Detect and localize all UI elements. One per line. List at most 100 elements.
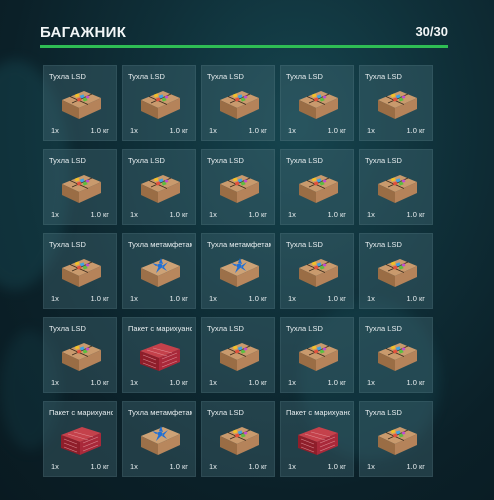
item-weight: 1.0 кг [248, 210, 267, 219]
inventory-slot[interactable]: Тухла LSD 1x 1.0 кг [280, 149, 354, 225]
inventory-slot[interactable]: Тухла LSD 1x 1.0 кг [280, 65, 354, 141]
item-name: Пакет с марихуаной [49, 408, 113, 417]
item-weight: 1.0 кг [90, 126, 109, 135]
marijuana-bag-icon [137, 338, 183, 374]
lsd-package-icon [137, 86, 183, 122]
item-name: Тухла метамфетамина [128, 408, 192, 417]
item-name: Тухла LSD [286, 156, 323, 165]
item-name: Тухла LSD [365, 408, 402, 417]
item-quantity: 1x [209, 126, 217, 135]
item-quantity: 1x [51, 126, 59, 135]
lsd-package-icon [216, 86, 262, 122]
item-weight: 1.0 кг [90, 210, 109, 219]
lsd-package-icon [58, 170, 104, 206]
inventory-slot[interactable]: Тухла LSD 1x 1.0 кг [122, 149, 196, 225]
inventory-slot[interactable]: Пакет с марихуаной 1x 1.0 кг [122, 317, 196, 393]
inventory-slot[interactable]: Пакет с марихуаной 1x 1.0 кг [43, 401, 117, 477]
item-quantity: 1x [130, 378, 138, 387]
item-quantity: 1x [51, 462, 59, 471]
inventory-slot[interactable]: Тухла LSD 1x 1.0 кг [201, 65, 275, 141]
item-name: Тухла LSD [207, 72, 244, 81]
item-weight: 1.0 кг [248, 378, 267, 387]
header-divider [40, 45, 448, 48]
item-quantity: 1x [130, 210, 138, 219]
item-weight: 1.0 кг [406, 210, 425, 219]
item-name: Тухла LSD [365, 72, 402, 81]
item-weight: 1.0 кг [90, 378, 109, 387]
inventory-slot[interactable]: Тухла LSD 1x 1.0 кг [43, 317, 117, 393]
item-quantity: 1x [209, 210, 217, 219]
item-weight: 1.0 кг [169, 294, 188, 303]
item-quantity: 1x [288, 210, 296, 219]
item-quantity: 1x [209, 378, 217, 387]
inventory-slot[interactable]: Тухла LSD 1x 1.0 кг [359, 401, 433, 477]
item-name: Тухла LSD [128, 156, 165, 165]
inventory-slot[interactable]: Тухла LSD 1x 1.0 кг [280, 317, 354, 393]
item-weight: 1.0 кг [406, 378, 425, 387]
inventory-slot[interactable]: Тухла метамфетамина 1x 1.0 кг [201, 233, 275, 309]
inventory-slot[interactable]: Тухла LSD 1x 1.0 кг [359, 317, 433, 393]
item-weight: 1.0 кг [327, 210, 346, 219]
item-quantity: 1x [367, 126, 375, 135]
item-weight: 1.0 кг [327, 462, 346, 471]
item-name: Тухла LSD [49, 324, 86, 333]
meth-package-icon [137, 254, 183, 290]
inventory-slot[interactable]: Тухла LSD 1x 1.0 кг [359, 233, 433, 309]
lsd-package-icon [216, 170, 262, 206]
item-weight: 1.0 кг [406, 294, 425, 303]
item-weight: 1.0 кг [248, 126, 267, 135]
item-name: Тухла LSD [207, 324, 244, 333]
inventory-slot[interactable]: Тухла LSD 1x 1.0 кг [43, 149, 117, 225]
item-weight: 1.0 кг [90, 294, 109, 303]
item-name: Тухла LSD [286, 240, 323, 249]
item-weight: 1.0 кг [248, 462, 267, 471]
item-quantity: 1x [288, 126, 296, 135]
inventory-slot[interactable]: Тухла LSD 1x 1.0 кг [280, 233, 354, 309]
inventory-slot[interactable]: Тухла LSD 1x 1.0 кг [359, 65, 433, 141]
lsd-package-icon [58, 254, 104, 290]
item-weight: 1.0 кг [327, 126, 346, 135]
inventory-slot[interactable]: Тухла LSD 1x 1.0 кг [201, 317, 275, 393]
lsd-package-icon [295, 170, 341, 206]
item-quantity: 1x [130, 126, 138, 135]
item-name: Тухла метамфетамина [207, 240, 271, 249]
item-name: Тухла LSD [365, 324, 402, 333]
item-weight: 1.0 кг [327, 294, 346, 303]
meth-package-icon [137, 422, 183, 458]
item-name: Тухла LSD [128, 72, 165, 81]
inventory-slot[interactable]: Тухла LSD 1x 1.0 кг [201, 401, 275, 477]
inventory-slot[interactable]: Тухла метамфетамина 1x 1.0 кг [122, 233, 196, 309]
item-weight: 1.0 кг [169, 462, 188, 471]
lsd-package-icon [374, 422, 420, 458]
inventory-slot[interactable]: Тухла LSD 1x 1.0 кг [122, 65, 196, 141]
inventory-slot[interactable]: Пакет с марихуаной 1x 1.0 кг [280, 401, 354, 477]
item-quantity: 1x [209, 462, 217, 471]
lsd-package-icon [295, 86, 341, 122]
lsd-package-icon [58, 338, 104, 374]
item-quantity: 1x [130, 294, 138, 303]
item-weight: 1.0 кг [406, 126, 425, 135]
item-quantity: 1x [51, 210, 59, 219]
item-weight: 1.0 кг [327, 378, 346, 387]
item-quantity: 1x [288, 378, 296, 387]
inventory-title: БАГАЖНИК [40, 24, 127, 41]
inventory-slot[interactable]: Тухла LSD 1x 1.0 кг [201, 149, 275, 225]
inventory-slot[interactable]: Тухла LSD 1x 1.0 кг [43, 65, 117, 141]
item-name: Пакет с марихуаной [128, 324, 192, 333]
item-quantity: 1x [51, 294, 59, 303]
item-name: Тухла LSD [49, 72, 86, 81]
item-quantity: 1x [209, 294, 217, 303]
inventory-slot[interactable]: Тухла LSD 1x 1.0 кг [43, 233, 117, 309]
item-weight: 1.0 кг [169, 378, 188, 387]
item-name: Тухла LSD [286, 324, 323, 333]
item-name: Тухла LSD [365, 240, 402, 249]
item-quantity: 1x [288, 462, 296, 471]
item-name: Тухла LSD [207, 156, 244, 165]
inventory-slot[interactable]: Тухла метамфетамина 1x 1.0 кг [122, 401, 196, 477]
lsd-package-icon [58, 86, 104, 122]
inventory-slot[interactable]: Тухла LSD 1x 1.0 кг [359, 149, 433, 225]
item-name: Тухла LSD [49, 156, 86, 165]
lsd-package-icon [374, 338, 420, 374]
lsd-package-icon [374, 170, 420, 206]
inventory-capacity: 30/30 [415, 24, 448, 39]
